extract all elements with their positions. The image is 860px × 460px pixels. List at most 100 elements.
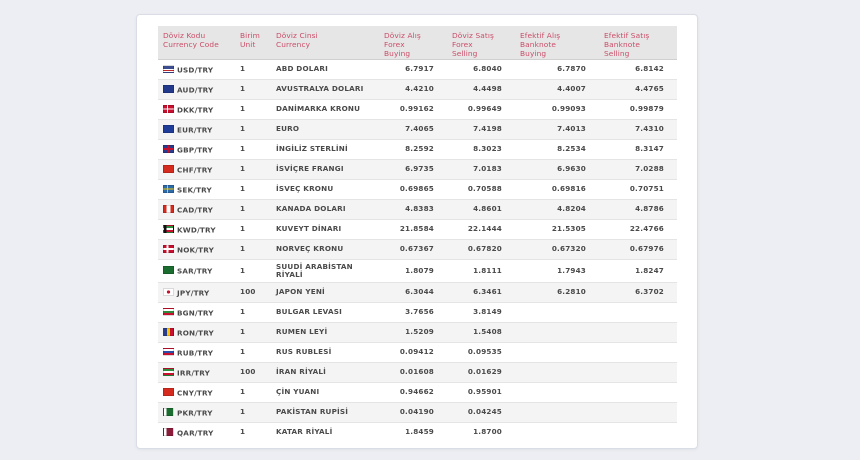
currency-code-cell: JPY/TRY: [158, 282, 235, 303]
currency-code: JPY/TRY: [177, 288, 210, 297]
banknote-buying-cell: [515, 342, 599, 363]
currency-code: CHF/TRY: [177, 165, 213, 174]
currency-code-cell: GBP/TRY: [158, 139, 235, 160]
currency-code: DKK/TRY: [177, 105, 214, 114]
currency-code-cell: USD/TRY: [158, 59, 235, 80]
currency-code: CNY/TRY: [177, 388, 213, 397]
forex-selling-cell: 6.8040: [447, 59, 515, 80]
forex-buying-cell: 0.04190: [379, 402, 447, 423]
unit-cell: 1: [235, 219, 271, 240]
se-flag-icon: [163, 184, 174, 193]
banknote-buying-cell: 6.9630: [515, 159, 599, 180]
currency-name-cell: EURO: [271, 119, 379, 140]
unit-cell: 1: [235, 422, 271, 442]
forex-buying-cell: 0.01608: [379, 362, 447, 383]
currency-code: CAD/TRY: [177, 205, 214, 214]
table-row: EUR/TRY 1 EURO 7.4065 7.4198 7.4013 7.4310: [158, 119, 677, 140]
currency-name-cell: BULGAR LEVASI: [271, 302, 379, 323]
unit-cell: 1: [235, 322, 271, 343]
ch-flag-icon: [163, 164, 174, 173]
gb-flag-icon: [163, 144, 174, 153]
ru-flag-icon: [163, 347, 174, 356]
bg-flag-icon: [163, 307, 174, 316]
pk-flag-icon: [163, 407, 174, 416]
unit-cell: 1: [235, 302, 271, 323]
forex-buying-cell: 6.9735: [379, 159, 447, 180]
forex-selling-cell: 4.8601: [447, 199, 515, 220]
table-row: AUD/TRY 1 AVUSTRALYA DOLARI 4.4210 4.4498 4.4…: [158, 79, 677, 100]
banknote-buying-cell: 0.99093: [515, 99, 599, 120]
banknote-selling-cell: 8.3147: [599, 139, 677, 160]
unit-cell: 100: [235, 362, 271, 383]
header-banknote-buying: Efektif Alış Banknote Buying: [515, 26, 599, 60]
banknote-buying-cell: 7.4013: [515, 119, 599, 140]
table-row: CHF/TRY 1 İSVİÇRE FRANGI 6.9735 7.0183 6.9630…: [158, 159, 677, 180]
banknote-buying-cell: 21.5305: [515, 219, 599, 240]
forex-buying-cell: 0.94662: [379, 382, 447, 403]
forex-selling-cell: 3.8149: [447, 302, 515, 323]
exchange-rates-table: Döviz Kodu Currency Code Birim Unit Döviz …: [158, 26, 677, 442]
forex-buying-cell: 1.8459: [379, 422, 447, 442]
banknote-selling-cell: 4.4765: [599, 79, 677, 100]
table-row: SEK/TRY 1 İSVEÇ KRONU 0.69865 0.70588 0.69816…: [158, 179, 677, 200]
banknote-buying-cell: [515, 322, 599, 343]
unit-cell: 1: [235, 199, 271, 220]
header-currency: Döviz Cinsi Currency: [271, 26, 379, 60]
banknote-selling-cell: 6.3702: [599, 282, 677, 303]
forex-selling-cell: 0.99649: [447, 99, 515, 120]
banknote-selling-cell: [599, 302, 677, 323]
header-forex-selling: Döviz Satış Forex Selling: [447, 26, 515, 60]
currency-code: AUD/TRY: [177, 85, 214, 94]
banknote-buying-cell: 4.4007: [515, 79, 599, 100]
currency-name-cell: İSVEÇ KRONU: [271, 179, 379, 200]
banknote-buying-cell: [515, 422, 599, 442]
forex-selling-cell: 0.95901: [447, 382, 515, 403]
currency-name-cell: ABD DOLARI: [271, 59, 379, 80]
currency-code-cell: CAD/TRY: [158, 199, 235, 220]
banknote-buying-cell: 6.7870: [515, 59, 599, 80]
banknote-selling-cell: 6.8142: [599, 59, 677, 80]
currency-code: KWD/TRY: [177, 225, 216, 234]
table-header-row: Döviz Kodu Currency Code Birim Unit Döviz …: [158, 26, 677, 60]
banknote-selling-cell: 1.8247: [599, 259, 677, 283]
header-currency-code: Döviz Kodu Currency Code: [158, 26, 235, 60]
unit-cell: 1: [235, 402, 271, 423]
jp-flag-icon: [163, 287, 174, 296]
forex-buying-cell: 0.67367: [379, 239, 447, 260]
forex-selling-cell: 4.4498: [447, 79, 515, 100]
forex-buying-cell: 6.3044: [379, 282, 447, 303]
ir-flag-icon: [163, 367, 174, 376]
forex-buying-cell: 0.09412: [379, 342, 447, 363]
forex-selling-cell: 6.3461: [447, 282, 515, 303]
currency-code-cell: IRR/TRY: [158, 362, 235, 383]
banknote-buying-cell: 6.2810: [515, 282, 599, 303]
us-flag-icon: [163, 64, 174, 73]
currency-code: SAR/TRY: [177, 266, 213, 276]
banknote-buying-cell: 1.7943: [515, 259, 599, 283]
currency-code-cell: CNY/TRY: [158, 382, 235, 403]
dk-flag-icon: [163, 104, 174, 113]
eu-flag-icon: [163, 124, 174, 133]
header-forex-buying: Döviz Alış Forex Buying: [379, 26, 447, 60]
forex-selling-cell: 7.0183: [447, 159, 515, 180]
forex-buying-cell: 21.8584: [379, 219, 447, 240]
forex-buying-cell: 1.5209: [379, 322, 447, 343]
forex-buying-cell: 6.7917: [379, 59, 447, 80]
forex-selling-cell: 7.4198: [447, 119, 515, 140]
banknote-buying-cell: [515, 302, 599, 323]
sa-flag-icon: [163, 266, 174, 274]
cn-flag-icon: [163, 387, 174, 396]
banknote-buying-cell: [515, 362, 599, 383]
banknote-buying-cell: [515, 382, 599, 403]
currency-code: QAR/TRY: [177, 428, 214, 437]
kw-flag-icon: [163, 224, 174, 233]
forex-selling-cell: 0.09535: [447, 342, 515, 363]
currency-code-cell: PKR/TRY: [158, 402, 235, 423]
au-flag-icon: [163, 84, 174, 93]
currency-name-cell: İSVİÇRE FRANGI: [271, 159, 379, 180]
currency-code: EUR/TRY: [177, 125, 213, 134]
banknote-selling-cell: 22.4766: [599, 219, 677, 240]
currency-name-cell: DANİMARKA KRONU: [271, 99, 379, 120]
unit-cell: 1: [235, 99, 271, 120]
table-row: IRR/TRY 100 İRAN RİYALİ 0.01608 0.01629: [158, 362, 677, 383]
